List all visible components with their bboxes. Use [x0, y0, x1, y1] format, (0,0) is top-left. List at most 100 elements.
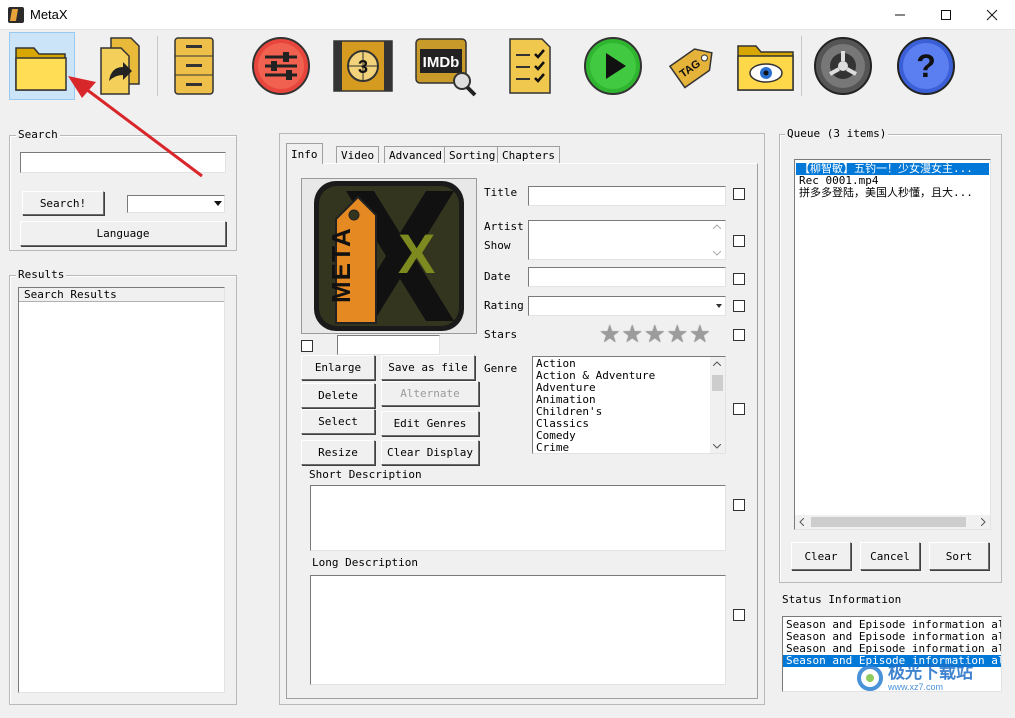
chevron-down-icon[interactable] [713, 444, 721, 449]
queue-hscrollbar[interactable] [795, 515, 990, 529]
short-description-input[interactable] [310, 485, 726, 551]
title-label: Title [484, 186, 518, 199]
window-title: MetaX [30, 7, 68, 22]
rating-dropdown[interactable] [528, 296, 726, 316]
date-checkbox[interactable] [733, 273, 745, 285]
tab-info[interactable]: Info [286, 143, 323, 164]
edit-genres-button[interactable]: Edit Genres [381, 411, 479, 436]
status-label: Status Information [782, 593, 902, 606]
queue-list-item[interactable]: Rec 0001.mp4 [796, 175, 989, 187]
artist-show-input[interactable] [528, 220, 726, 260]
tab-sorting[interactable]: Sorting [444, 146, 501, 163]
title-checkbox[interactable] [733, 188, 745, 200]
scroll-up-icon[interactable] [713, 224, 721, 229]
language-button[interactable]: Language [20, 221, 226, 246]
resize-button[interactable]: Resize [301, 440, 375, 465]
maximize-icon [941, 10, 951, 20]
tab-chapters[interactable]: Chapters [497, 146, 560, 163]
genre-list[interactable]: Action Action & Adventure Adventure Animati… [532, 356, 726, 454]
genre-list-item[interactable]: Adventure [533, 382, 711, 394]
artwork-checkbox[interactable] [301, 340, 313, 352]
long-description-checkbox[interactable] [733, 609, 745, 621]
star-icon[interactable]: ★ [644, 320, 666, 348]
queue-list-item[interactable]: 【柳智敏】五钓一！少女漫女主... [796, 163, 989, 175]
artwork-image: META X [314, 181, 464, 331]
chevron-up-icon[interactable] [713, 361, 721, 366]
artist-checkbox[interactable] [733, 235, 745, 247]
countdown-button[interactable]: 3 [330, 32, 396, 100]
search-button[interactable]: Search! [22, 191, 104, 215]
genre-list-item[interactable]: Action & Adventure [533, 370, 711, 382]
scroll-down-icon[interactable] [713, 251, 721, 256]
genre-list-item[interactable]: Action [533, 358, 711, 370]
star-rating[interactable]: ★ ★ ★ ★ ★ [599, 320, 711, 348]
svg-text:IMDb: IMDb [423, 54, 460, 71]
tab-video[interactable]: Video [336, 146, 380, 163]
title-input[interactable] [528, 186, 726, 206]
artwork-logo-word: META [326, 227, 356, 303]
show-label: Show [484, 239, 511, 252]
rating-checkbox[interactable] [733, 300, 745, 312]
queue-list[interactable]: 【柳智敏】五钓一！少女漫女主... Rec 0001.mp4 拼多多登陆，美国人秒懂… [794, 159, 991, 530]
reel-button[interactable] [810, 32, 876, 100]
close-icon [986, 9, 998, 21]
date-input[interactable] [528, 267, 726, 287]
chevron-down-icon [214, 201, 222, 206]
queue-clear-button[interactable]: Clear [791, 542, 851, 570]
results-group-label: Results [16, 268, 67, 281]
genre-list-item[interactable]: Children's [533, 406, 711, 418]
status-log-line: Season and Episode information already [786, 631, 1001, 643]
stars-checkbox[interactable] [733, 329, 745, 341]
chevron-right-icon[interactable] [981, 518, 986, 526]
save-as-file-button[interactable]: Save as file [381, 355, 475, 380]
checklist-icon [509, 38, 551, 94]
search-source-dropdown[interactable] [127, 195, 225, 213]
date-label: Date [484, 270, 511, 283]
play-button[interactable] [580, 32, 646, 100]
checklist-button[interactable] [497, 32, 563, 100]
auto-tag-icon: TAG [668, 48, 713, 89]
long-description-input[interactable] [310, 575, 726, 685]
genre-scrollbar[interactable] [710, 357, 725, 453]
film-reel-icon [814, 37, 872, 95]
auto-tag-button[interactable]: TAG [660, 32, 726, 100]
star-icon[interactable]: ★ [622, 320, 644, 348]
delete-button[interactable]: Delete [301, 383, 375, 408]
queue-scroll-thumb[interactable] [811, 517, 966, 527]
clear-display-button[interactable]: Clear Display [381, 440, 479, 465]
genre-scroll-thumb[interactable] [712, 375, 723, 391]
results-column-header[interactable]: Search Results [19, 288, 224, 302]
queue-list-item[interactable]: 拼多多登陆，美国人秒懂，且大... [796, 187, 989, 199]
help-button[interactable]: ? [893, 32, 959, 100]
genre-list-item[interactable]: Comedy [533, 430, 711, 442]
maximize-button[interactable] [923, 0, 969, 30]
film-countdown-icon: 3 [333, 40, 393, 92]
close-button[interactable] [969, 0, 1015, 30]
artwork-size-field[interactable] [337, 335, 440, 355]
genre-list-item[interactable]: Classics [533, 418, 711, 430]
star-icon[interactable]: ★ [667, 320, 689, 348]
imdb-search-icon: IMDb [415, 38, 477, 97]
view-button[interactable] [733, 32, 799, 100]
queue-cancel-button[interactable]: Cancel [860, 542, 920, 570]
chevron-left-icon[interactable] [799, 518, 804, 526]
imdb-button[interactable]: IMDb [412, 32, 478, 100]
alternate-button[interactable]: Alternate [381, 381, 479, 406]
enlarge-button[interactable]: Enlarge [301, 355, 375, 380]
genre-list-item[interactable]: Animation [533, 394, 711, 406]
results-list[interactable]: Search Results [18, 287, 225, 693]
star-icon[interactable]: ★ [599, 320, 621, 348]
star-icon[interactable]: ★ [689, 320, 711, 348]
tab-advanced[interactable]: Advanced [384, 146, 447, 163]
queue-sort-button[interactable]: Sort [929, 542, 989, 570]
view-folder-icon [737, 45, 794, 91]
preferences-button[interactable] [248, 32, 314, 100]
toolbar-separator [801, 36, 802, 96]
select-button[interactable]: Select [301, 409, 375, 434]
long-description-label: Long Description [312, 556, 418, 569]
genre-list-item[interactable]: Crime [533, 442, 711, 454]
stars-label: Stars [484, 328, 518, 341]
minimize-button[interactable] [877, 0, 923, 30]
short-description-checkbox[interactable] [733, 499, 745, 511]
genre-checkbox[interactable] [733, 403, 745, 415]
